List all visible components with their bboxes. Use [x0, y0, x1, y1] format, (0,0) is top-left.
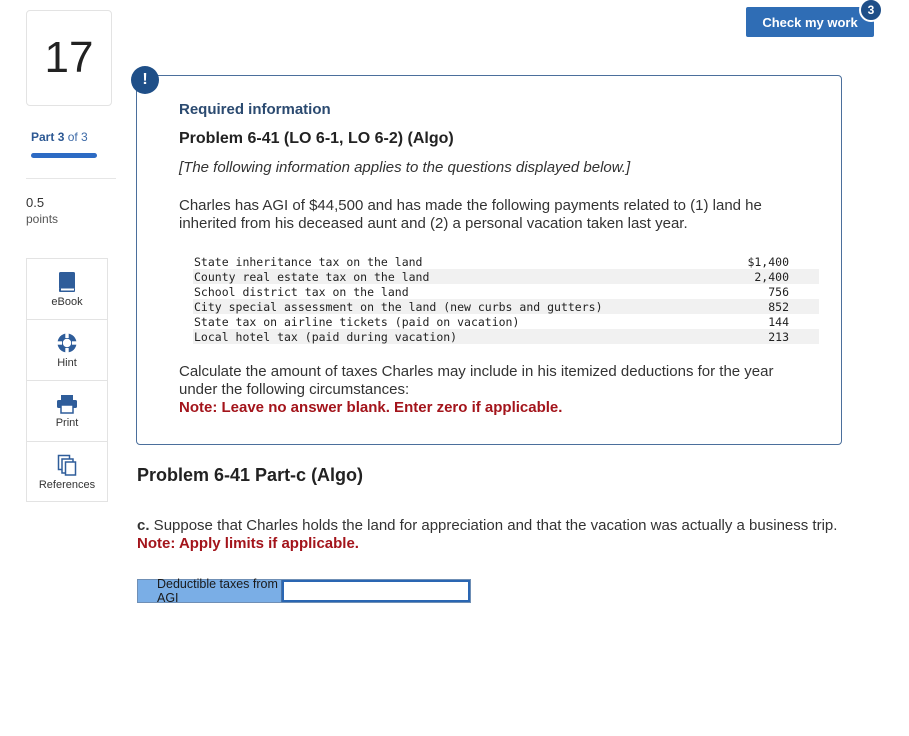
- payment-amount: 756: [768, 284, 789, 299]
- print-label: Print: [55, 416, 79, 429]
- payment-amount: 2,400: [699, 269, 819, 284]
- instructions-text: Calculate the amount of taxes Charles ma…: [179, 363, 774, 398]
- part-c-text: c. Suppose that Charles holds the land f…: [137, 517, 897, 535]
- applies-note: [The following information applies to th…: [179, 159, 631, 176]
- payment-amount: 144: [768, 314, 789, 329]
- answer-label: Deductible taxes from AGI: [138, 577, 282, 605]
- payment-label: Local hotel tax (paid during vacation): [193, 329, 699, 344]
- table-row: State inheritance tax on the land $1,400: [193, 254, 819, 269]
- table-row: State tax on airline tickets (paid on va…: [193, 314, 819, 329]
- payment-label: State inheritance tax on the land: [194, 254, 423, 269]
- payment-label: County real estate tax on the land: [193, 269, 699, 284]
- hint-button[interactable]: Hint: [27, 320, 107, 381]
- part-c-body: Suppose that Charles holds the land for …: [149, 517, 838, 534]
- table-row: Local hotel tax (paid during vacation) 2…: [193, 329, 819, 344]
- ebook-label: eBook: [51, 295, 83, 308]
- table-row: School district tax on the land 756: [193, 284, 819, 299]
- payment-label: School district tax on the land: [194, 284, 409, 299]
- answer-note: Note: Leave no answer blank. Enter zero …: [179, 399, 563, 416]
- part-progress-bar: [31, 153, 97, 158]
- part-c-prefix: c.: [137, 517, 150, 534]
- printer-icon: [56, 394, 78, 414]
- limits-note: Note: Apply limits if applicable.: [137, 535, 359, 552]
- payment-amount: 852: [699, 299, 819, 314]
- points-value: 0.5: [26, 195, 45, 210]
- documents-icon: [57, 454, 77, 476]
- part-indicator: Part 3 of 3: [31, 130, 88, 144]
- check-my-work-button[interactable]: Check my work: [746, 7, 874, 37]
- lifebuoy-icon: [56, 332, 78, 354]
- payment-amount: $1,400: [747, 254, 789, 269]
- print-button[interactable]: Print: [27, 381, 107, 442]
- payment-label: State tax on airline tickets (paid on va…: [194, 314, 520, 329]
- deductible-taxes-input[interactable]: [282, 580, 470, 602]
- part-label: Part 3: [31, 130, 65, 144]
- references-button[interactable]: References: [27, 442, 107, 503]
- ebook-button[interactable]: eBook: [27, 259, 107, 320]
- payment-label: City special assessment on the land (new…: [193, 299, 699, 314]
- part-c-title: Problem 6-41 Part-c (Algo): [137, 465, 364, 485]
- check-attempts-badge: 3: [859, 0, 883, 22]
- references-label: References: [38, 479, 96, 491]
- answer-row: Deductible taxes from AGI: [137, 577, 471, 605]
- rail-divider: [26, 178, 116, 179]
- scenario-text: Charles has AGI of $44,500 and has made …: [179, 197, 762, 232]
- points-display: 0.5 points: [26, 195, 58, 227]
- payments-table: State inheritance tax on the land $1,400…: [193, 254, 819, 344]
- part-of: of 3: [67, 130, 88, 144]
- payment-amount: 213: [699, 329, 819, 344]
- table-row: County real estate tax on the land 2,400: [193, 269, 819, 284]
- alert-icon: !: [131, 66, 159, 94]
- required-info-heading: Required information: [179, 101, 331, 118]
- tools-panel: eBook Hint Print References: [26, 258, 108, 502]
- table-row: City special assessment on the land (new…: [193, 299, 819, 314]
- points-label: points: [26, 212, 59, 226]
- book-icon: [58, 271, 76, 293]
- question-number: 17: [26, 10, 112, 106]
- hint-label: Hint: [57, 356, 77, 369]
- problem-title: Problem 6-41 (LO 6-1, LO 6-2) (Algo): [179, 130, 454, 147]
